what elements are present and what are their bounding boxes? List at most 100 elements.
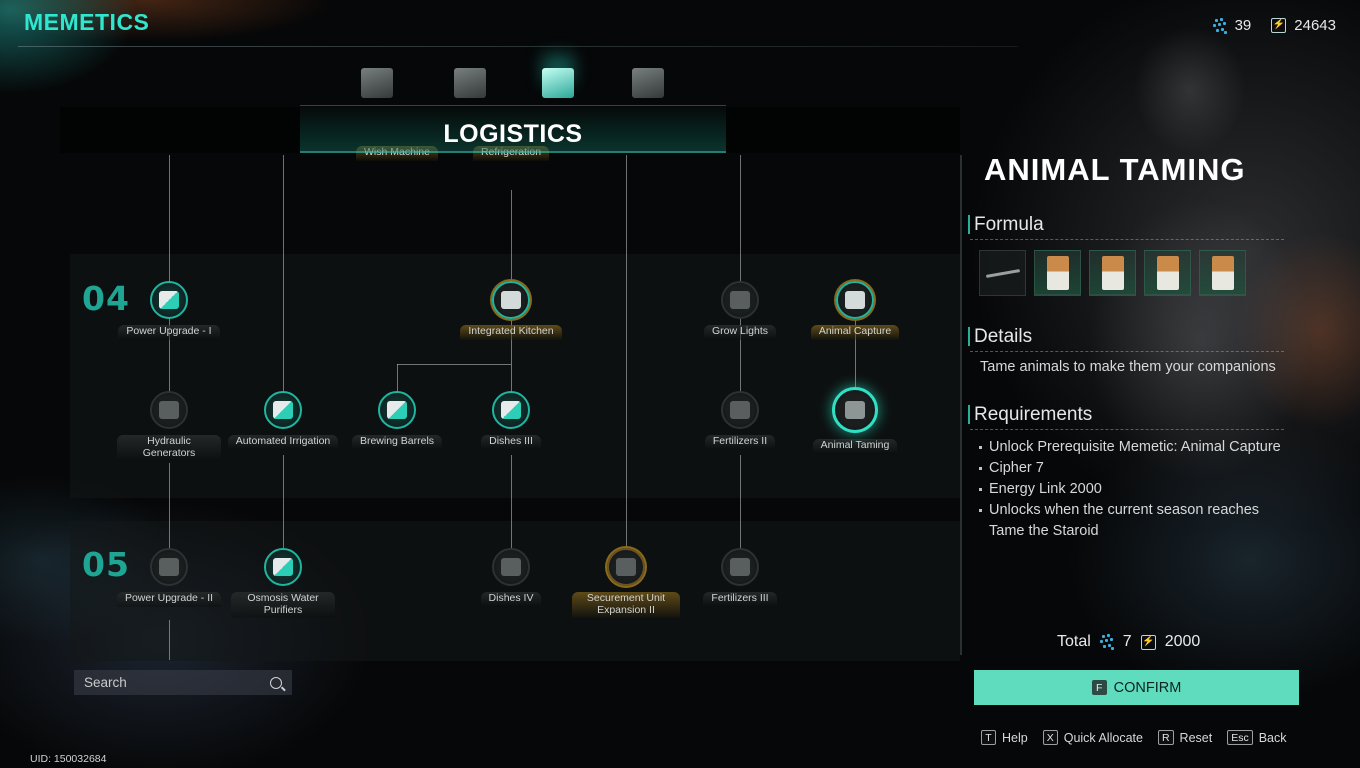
currency-bar: 39 ⚡ 24643 [1212,17,1336,34]
back-hint[interactable]: Esc Back [1227,730,1287,745]
node-fertilizers-2[interactable]: Fertilizers II [680,391,800,450]
node-animal-taming[interactable]: Animal Taming [795,387,915,454]
rifle-icon [985,268,1020,278]
connector-line [283,155,284,393]
cipher-currency: 39 [1212,17,1252,34]
hint-label: Back [1258,730,1287,745]
requirement-item: Cipher 7 [978,458,1298,479]
connector-line [397,364,398,392]
search-input[interactable] [84,675,270,690]
connector-line [740,155,741,282]
tab-combat[interactable] [357,64,397,102]
total-energy: 2000 [1164,633,1201,650]
key-r: R [1157,730,1174,745]
search-box [74,670,292,695]
feed-bag-icon [1046,255,1069,290]
tab-logistics[interactable] [538,64,578,102]
node-hydraulic-generators[interactable]: Hydraulic Generators [109,391,229,461]
tab-building[interactable] [628,64,668,102]
hint-label: Quick Allocate [1063,730,1143,745]
energy-link-currency: ⚡ 24643 [1271,17,1336,34]
steak-icon [501,558,521,576]
key-esc: Esc [1227,730,1253,745]
capture-device-icon [845,401,865,419]
node-label: Integrated Kitchen [460,325,562,340]
formula-item[interactable] [1199,250,1246,296]
connector-line [397,364,511,365]
connector-line [169,155,170,283]
node-dishes-4[interactable]: Dishes IV [451,548,571,607]
total-label: Total [1057,633,1091,650]
tab-crafting[interactable] [450,64,490,102]
house-icon [632,68,664,98]
cipher-icon [1099,634,1114,650]
detail-title: ANIMAL TAMING [984,152,1246,187]
node-label: Fertilizers II [704,435,776,450]
search-icon[interactable] [270,676,282,689]
keyboard-hints: T Help X Quick Allocate R Reset Esc Back [981,730,1287,745]
connector-line [511,455,512,549]
connector-line [626,155,627,548]
hint-label: Help [1002,730,1028,745]
panel-divider[interactable] [960,155,962,655]
energy-link-icon: ⚡ [1271,18,1287,33]
node-label: Automated Irrigation [227,435,339,450]
connector-line [283,455,284,549]
feed-bag-icon [1211,255,1234,290]
node-brewing-barrels[interactable]: Brewing Barrels [337,391,457,450]
node-automated-irrigation[interactable]: Automated Irrigation [223,391,343,450]
hint-label: Reset [1179,730,1213,745]
node-power-upgrade-2[interactable]: Power Upgrade - II [109,548,229,607]
node-integrated-kitchen[interactable]: Integrated Kitchen [451,281,571,340]
key-t: T [981,730,996,745]
category-tabs [300,58,726,106]
node-label: Osmosis Water Purifiers [231,592,335,618]
formula-item[interactable] [1144,250,1191,296]
generator-icon [159,291,179,309]
steak-icon [501,401,521,419]
energy-link-icon: ⚡ [1140,634,1156,650]
node-power-upgrade-1[interactable]: Power Upgrade - I [109,281,229,340]
node-label: Animal Taming [812,439,898,454]
formula-item[interactable] [1089,250,1136,296]
connector-line [740,455,741,549]
node-grow-lights[interactable]: Grow Lights [680,281,800,340]
water-wheel-icon [159,401,179,419]
total-cost: Total 7 ⚡ 2000 [1057,633,1200,651]
tree-planter-icon [542,68,574,98]
user-id: UID: 150032684 [30,753,107,765]
confirm-label: CONFIRM [1113,679,1182,696]
capture-device-icon [845,291,865,309]
details-heading: Details [968,327,1284,352]
node-securement-unit-expansion-2[interactable]: Securement Unit Expansion II [566,548,686,618]
requirement-item: Unlock Prerequisite Memetic: Animal Capt… [978,437,1298,458]
help-hint[interactable]: T Help [981,730,1028,745]
formula-item[interactable] [1034,250,1081,296]
node-label: Power Upgrade - II [116,592,222,607]
fertilizer-bag-icon [730,558,750,576]
node-animal-capture[interactable]: Animal Capture [795,281,915,340]
fertilizer-bag-icon [730,401,750,419]
cipher-count: 39 [1234,17,1252,34]
formula-item[interactable] [979,250,1026,296]
quick-allocate-hint[interactable]: X Quick Allocate [1042,730,1143,745]
node-dishes-3[interactable]: Dishes III [451,391,571,450]
node-fertilizers-3[interactable]: Fertilizers III [680,548,800,607]
total-cipher: 7 [1122,633,1132,650]
brewing-barrel-icon [387,401,407,419]
formula-heading: Formula [968,215,1284,240]
cipher-icon [1212,17,1227,34]
node-label: Dishes IV [480,592,542,607]
section-title: LOGISTICS [443,120,583,148]
node-label: Securement Unit Expansion II [572,592,680,618]
requirements-list: Unlock Prerequisite Memetic: Animal Capt… [978,437,1298,542]
storage-unit-icon [616,558,636,576]
node-osmosis-water-purifiers[interactable]: Osmosis Water Purifiers [223,548,343,618]
section-banner: LOGISTICS [300,107,726,153]
node-label: Power Upgrade - I [118,325,220,340]
weapon-icon [361,68,393,98]
node-label: Brewing Barrels [351,435,443,450]
key-hint-f: F [1091,680,1107,695]
reset-hint[interactable]: R Reset [1157,730,1213,745]
confirm-button[interactable]: F CONFIRM [974,670,1299,705]
